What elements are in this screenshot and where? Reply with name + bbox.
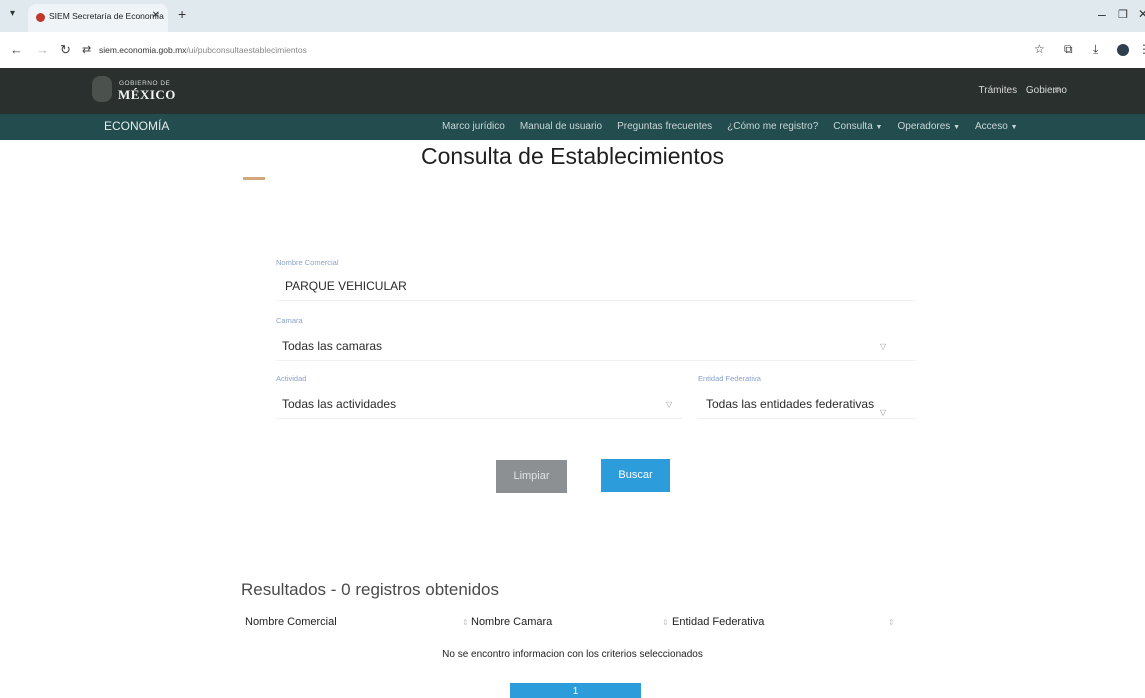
favicon-icon [36,13,45,22]
chevron-down-icon[interactable]: ▽ [880,408,886,417]
restore-icon[interactable]: ❐ [1118,8,1128,21]
actividad-underline [276,418,682,419]
nav-manual-usuario[interactable]: Manual de usuario [520,121,602,132]
pagination-current-page[interactable]: 1 [510,683,641,698]
empty-results-message: No se encontro informacion con los crite… [442,649,703,660]
gob-top-links: Trámites Gobierno [973,85,1067,96]
nombre-comercial-input[interactable]: PARQUE VEHICULAR [285,279,407,293]
nav-consulta[interactable]: Consulta ▼ [833,121,882,132]
nav-acceso[interactable]: Acceso ▼ [975,121,1018,132]
camara-underline [276,360,916,361]
url-field[interactable]: siem.economia.gob.mx/ui/pubconsultaestab… [99,45,307,55]
browser-tab[interactable]: SIEM Secretaría de Economía ✕ [28,4,168,32]
tab-title: SIEM Secretaría de Economía [49,11,164,21]
gob-emblem-logo[interactable] [92,76,112,102]
profile-avatar[interactable] [1117,44,1129,56]
buscar-button[interactable]: Buscar [601,459,670,492]
camara-select[interactable]: Todas las camaras [282,339,382,353]
entidad-select[interactable]: Todas las entidades federativas [706,397,874,411]
nombre-underline [276,300,916,301]
url-host: siem.economia.gob.mx [99,45,187,55]
title-accent-divider [243,177,265,180]
menu-kebab-icon[interactable]: ⋮ [1138,42,1145,56]
page-number: 1 [572,686,579,697]
nav-marco-juridico[interactable]: Marco jurídico [442,121,505,132]
limpiar-button[interactable]: Limpiar [496,460,567,493]
actividad-label: Actividad [276,374,307,383]
entidad-underline [698,418,916,419]
section-nav-bar: ECONOMÍA Marco jurídico Manual de usuario… [0,114,1145,140]
sort-icon[interactable]: ⇕ [662,618,669,627]
new-tab-icon[interactable]: + [178,6,186,22]
col-header-nombre-comercial[interactable]: Nombre Comercial [245,616,337,628]
nav-acceso-label: Acceso [975,121,1008,132]
chevron-down-icon[interactable]: ▽ [666,400,672,409]
nombre-comercial-label: Nombre Comercial [276,258,339,267]
nav-operadores[interactable]: Operadores ▼ [897,121,960,132]
link-tramites[interactable]: Trámites [979,85,1018,96]
caret-down-icon: ▼ [1010,124,1018,131]
browser-window: ▾ SIEM Secretaría de Economía ✕ + – ❐ ✕ … [0,0,1145,698]
col-header-entidad-federativa[interactable]: Entidad Federativa [672,616,764,628]
actividad-select[interactable]: Todas las actividades [282,397,396,411]
gob-header: GOBIERNO DE MÉXICO Trámites Gobierno ⌕ [0,68,1145,114]
extensions-icon[interactable]: ⧉ [1064,42,1073,57]
back-arrow-icon[interactable]: ← [10,42,23,57]
link-gobierno[interactable]: Gobierno [1026,85,1067,96]
bookmark-star-icon[interactable]: ☆ [1034,42,1045,56]
minimize-icon[interactable]: – [1098,6,1106,22]
gob-search-icon[interactable]: ⌕ [1054,82,1061,97]
gob-logo-small-text: GOBIERNO DE [119,80,171,87]
results-title: Resultados - 0 registros obtenidos [241,580,499,599]
address-bar: ← → ↻ ⇄ siem.economia.gob.mx/ui/pubconsu… [0,32,1145,68]
sort-icon[interactable]: ⇕ [888,618,895,627]
gob-logo-text[interactable]: MÉXICO [118,87,176,103]
entidad-label: Entidad Federativa [698,374,761,383]
download-icon[interactable]: ⤓ [1093,42,1098,57]
tab-search-icon[interactable]: ▾ [10,8,15,19]
main-nav: Marco jurídico Manual de usuario Preguntas… [442,121,1033,132]
site-info-icon[interactable]: ⇄ [82,43,91,56]
reload-icon[interactable]: ↻ [60,42,71,58]
forward-arrow-icon[interactable]: → [36,42,49,57]
nav-como-registro[interactable]: ¿Cómo me registro? [727,121,818,132]
url-path: /ui/pubconsultaestablecimientos [186,45,307,55]
chevron-down-icon[interactable]: ▽ [880,342,886,351]
tab-close-icon[interactable]: ✕ [152,10,160,21]
nav-preguntas[interactable]: Preguntas frecuentes [617,121,712,132]
tab-strip: ▾ SIEM Secretaría de Economía ✕ + – ❐ ✕ [0,0,1145,32]
camara-label: Camara [276,316,303,325]
nav-consulta-label: Consulta [833,121,873,132]
page-title: Consulta de Establecimientos [421,143,724,169]
col-header-nombre-camara[interactable]: Nombre Camara [471,616,552,628]
nav-operadores-label: Operadores [897,121,951,132]
caret-down-icon: ▼ [875,124,883,131]
sort-icon[interactable]: ⇕ [462,618,469,627]
caret-down-icon: ▼ [953,124,961,131]
section-title[interactable]: ECONOMÍA [104,119,169,133]
window-close-icon[interactable]: ✕ [1138,7,1145,21]
